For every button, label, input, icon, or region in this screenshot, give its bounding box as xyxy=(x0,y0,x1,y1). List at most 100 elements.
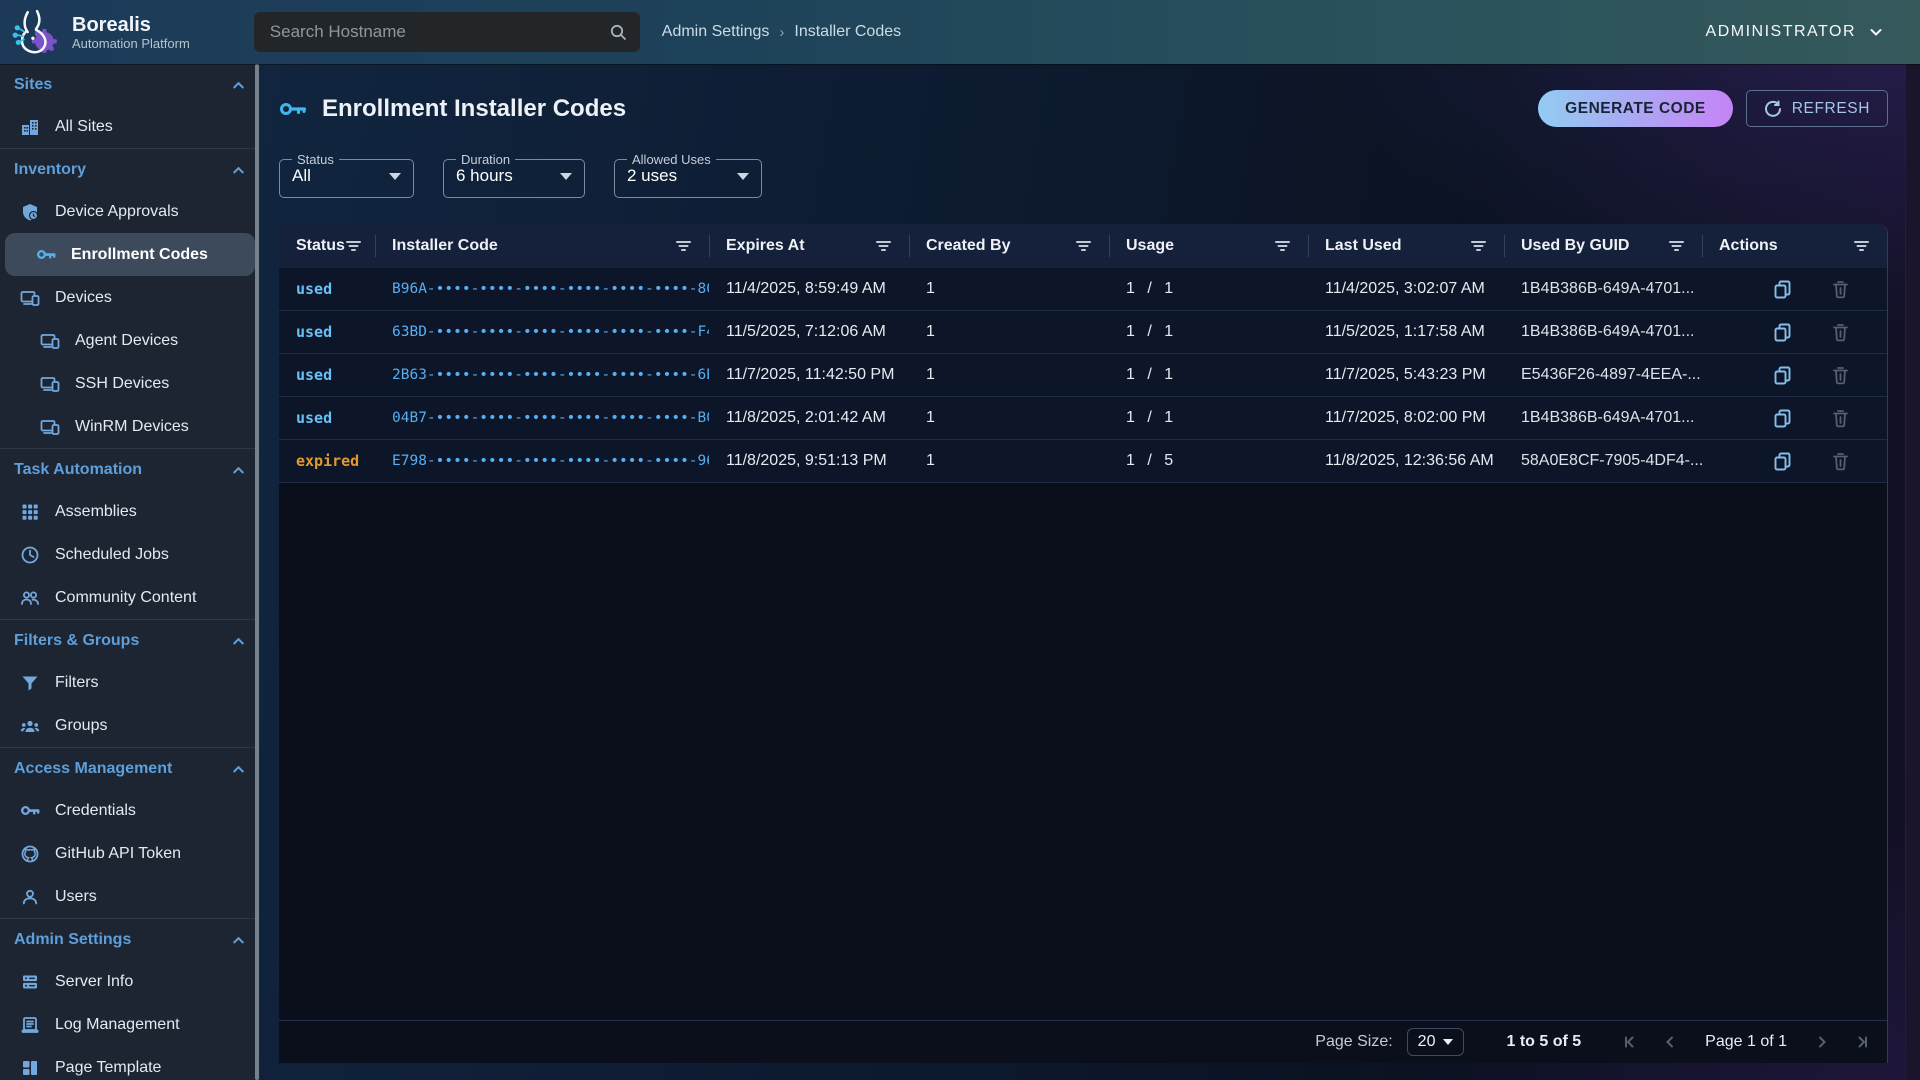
column-label: Usage xyxy=(1126,237,1174,255)
created-by-cell: 1 xyxy=(909,354,1109,396)
search-bar[interactable] xyxy=(254,12,640,52)
table-row[interactable]: used04B7-••••-••••-••••-••••-••••-••••-B… xyxy=(279,397,1887,440)
filter-icon[interactable] xyxy=(1470,239,1487,253)
expires-at-cell: 11/7/2025, 11:42:50 PM xyxy=(709,354,909,396)
column-header-usage[interactable]: Usage xyxy=(1109,224,1308,268)
sidebar-item-filters[interactable]: Filters xyxy=(0,661,260,704)
select-value: 2 uses xyxy=(627,166,677,186)
filter-icon[interactable] xyxy=(875,239,892,253)
user-menu[interactable]: ADMINISTRATOR xyxy=(1706,23,1884,41)
status-cell: expired xyxy=(279,440,375,482)
chevron-up-icon xyxy=(231,463,246,478)
status-select[interactable]: StatusAll xyxy=(279,152,414,198)
table-row[interactable]: usedB96A-••••-••••-••••-••••-••••-••••-8… xyxy=(279,268,1887,311)
sidebar-item-community-content[interactable]: Community Content xyxy=(0,576,260,619)
breadcrumb-installer-codes[interactable]: Installer Codes xyxy=(794,23,901,41)
sidebar-item-label: Agent Devices xyxy=(75,332,178,350)
copy-button[interactable] xyxy=(1772,451,1793,472)
usage-cell: 1 / 1 xyxy=(1109,268,1308,310)
column-header-created-by[interactable]: Created By xyxy=(909,224,1109,268)
table-row[interactable]: expiredE798-••••-••••-••••-••••-••••-•••… xyxy=(279,440,1887,483)
first-page-button[interactable] xyxy=(1621,1033,1639,1051)
section-header-filters-groups[interactable]: Filters & Groups xyxy=(0,620,260,661)
borealis-rabbit-logo xyxy=(10,7,60,57)
breadcrumb: Admin Settings › Installer Codes xyxy=(662,23,901,41)
brand-name: Borealis xyxy=(72,14,190,36)
section-header-sites[interactable]: Sites xyxy=(0,64,260,105)
usage-cell: 1 / 1 xyxy=(1109,397,1308,439)
sidebar-item-device-approvals[interactable]: Device Approvals xyxy=(0,190,260,233)
sidebar-item-users[interactable]: Users xyxy=(0,875,260,918)
filter-icon[interactable] xyxy=(1274,239,1291,253)
filter-icon[interactable] xyxy=(1853,239,1870,253)
page-size-label: Page Size: xyxy=(1315,1033,1392,1051)
buildings-icon xyxy=(20,116,41,137)
search-input[interactable] xyxy=(268,21,608,43)
delete-button[interactable] xyxy=(1831,451,1850,471)
duration-select[interactable]: Duration6 hours xyxy=(443,152,585,198)
sidebar-item-label: Community Content xyxy=(55,589,196,607)
delete-button[interactable] xyxy=(1831,279,1850,299)
sidebar-item-label: Groups xyxy=(55,717,107,735)
delete-button[interactable] xyxy=(1831,408,1850,428)
filter-icon[interactable] xyxy=(345,239,362,253)
next-page-button[interactable] xyxy=(1813,1033,1831,1051)
last-page-button[interactable] xyxy=(1853,1033,1871,1051)
vertical-scrollbar[interactable] xyxy=(1905,64,1920,1080)
sidebar-item-label: Log Management xyxy=(55,1016,180,1034)
filter-icon[interactable] xyxy=(1668,239,1685,253)
column-header-expires-at[interactable]: Expires At xyxy=(709,224,909,268)
sidebar-item-groups[interactable]: Groups xyxy=(0,704,260,747)
refresh-button[interactable]: REFRESH xyxy=(1746,90,1888,127)
sidebar-item-scheduled-jobs[interactable]: Scheduled Jobs xyxy=(0,533,260,576)
column-header-installer-code[interactable]: Installer Code xyxy=(375,224,709,268)
expires-at-cell: 11/4/2025, 8:59:49 AM xyxy=(709,268,909,310)
prev-page-button[interactable] xyxy=(1661,1033,1679,1051)
shield-check-icon xyxy=(20,201,41,222)
copy-button[interactable] xyxy=(1772,322,1793,343)
sidebar-item-label: GitHub API Token xyxy=(55,845,181,863)
allowed-uses-select[interactable]: Allowed Uses2 uses xyxy=(614,152,762,198)
sidebar-item-assemblies[interactable]: Assemblies xyxy=(0,490,260,533)
column-header-last-used[interactable]: Last Used xyxy=(1308,224,1504,268)
actions-cell xyxy=(1702,397,1887,439)
page-size-select[interactable]: 20 xyxy=(1407,1028,1465,1056)
breadcrumb-admin-settings[interactable]: Admin Settings xyxy=(662,23,770,41)
sidebar-item-winrm-devices[interactable]: WinRM Devices xyxy=(0,405,260,448)
delete-button[interactable] xyxy=(1831,365,1850,385)
sidebar-item-log-management[interactable]: Log Management xyxy=(0,1003,260,1046)
brand-subtitle: Automation Platform xyxy=(72,36,190,51)
sidebar-item-ssh-devices[interactable]: SSH Devices xyxy=(0,362,260,405)
delete-button[interactable] xyxy=(1831,322,1850,342)
copy-button[interactable] xyxy=(1772,408,1793,429)
sidebar-item-devices[interactable]: Devices xyxy=(0,276,260,319)
section-header-inventory[interactable]: Inventory xyxy=(0,149,260,190)
created-by-cell: 1 xyxy=(909,268,1109,310)
filter-icon[interactable] xyxy=(1075,239,1092,253)
expires-at-cell: 11/8/2025, 9:51:13 PM xyxy=(709,440,909,482)
sidebar-item-enrollment-codes[interactable]: Enrollment Codes xyxy=(5,233,255,276)
sidebar-item-github-api-token[interactable]: GitHub API Token xyxy=(0,832,260,875)
group-icon xyxy=(20,715,41,736)
sidebar-item-all-sites[interactable]: All Sites xyxy=(0,105,260,148)
column-header-used-by-guid[interactable]: Used By GUID xyxy=(1504,224,1702,268)
copy-button[interactable] xyxy=(1772,279,1793,300)
copy-button[interactable] xyxy=(1772,365,1793,386)
section-header-access-management[interactable]: Access Management xyxy=(0,748,260,789)
chevron-up-icon xyxy=(231,78,246,93)
column-header-status[interactable]: Status xyxy=(279,224,375,268)
server-icon xyxy=(20,971,41,992)
generate-code-button[interactable]: GENERATE CODE xyxy=(1538,90,1733,127)
table-row[interactable]: used2B63-••••-••••-••••-••••-••••-••••-6… xyxy=(279,354,1887,397)
section-header-task-automation[interactable]: Task Automation xyxy=(0,449,260,490)
used-by-guid-cell: E5436F26-4897-4EEA-... xyxy=(1504,354,1702,396)
section-label: Task Automation xyxy=(14,461,142,479)
sidebar-item-credentials[interactable]: Credentials xyxy=(0,789,260,832)
filter-icon[interactable] xyxy=(675,239,692,253)
section-header-admin-settings[interactable]: Admin Settings xyxy=(0,919,260,960)
column-header-actions[interactable]: Actions xyxy=(1702,224,1887,268)
sidebar-item-server-info[interactable]: Server Info xyxy=(0,960,260,1003)
sidebar-item-page-template[interactable]: Page Template xyxy=(0,1046,260,1080)
table-row[interactable]: used63BD-••••-••••-••••-••••-••••-••••-F… xyxy=(279,311,1887,354)
sidebar-item-agent-devices[interactable]: Agent Devices xyxy=(0,319,260,362)
